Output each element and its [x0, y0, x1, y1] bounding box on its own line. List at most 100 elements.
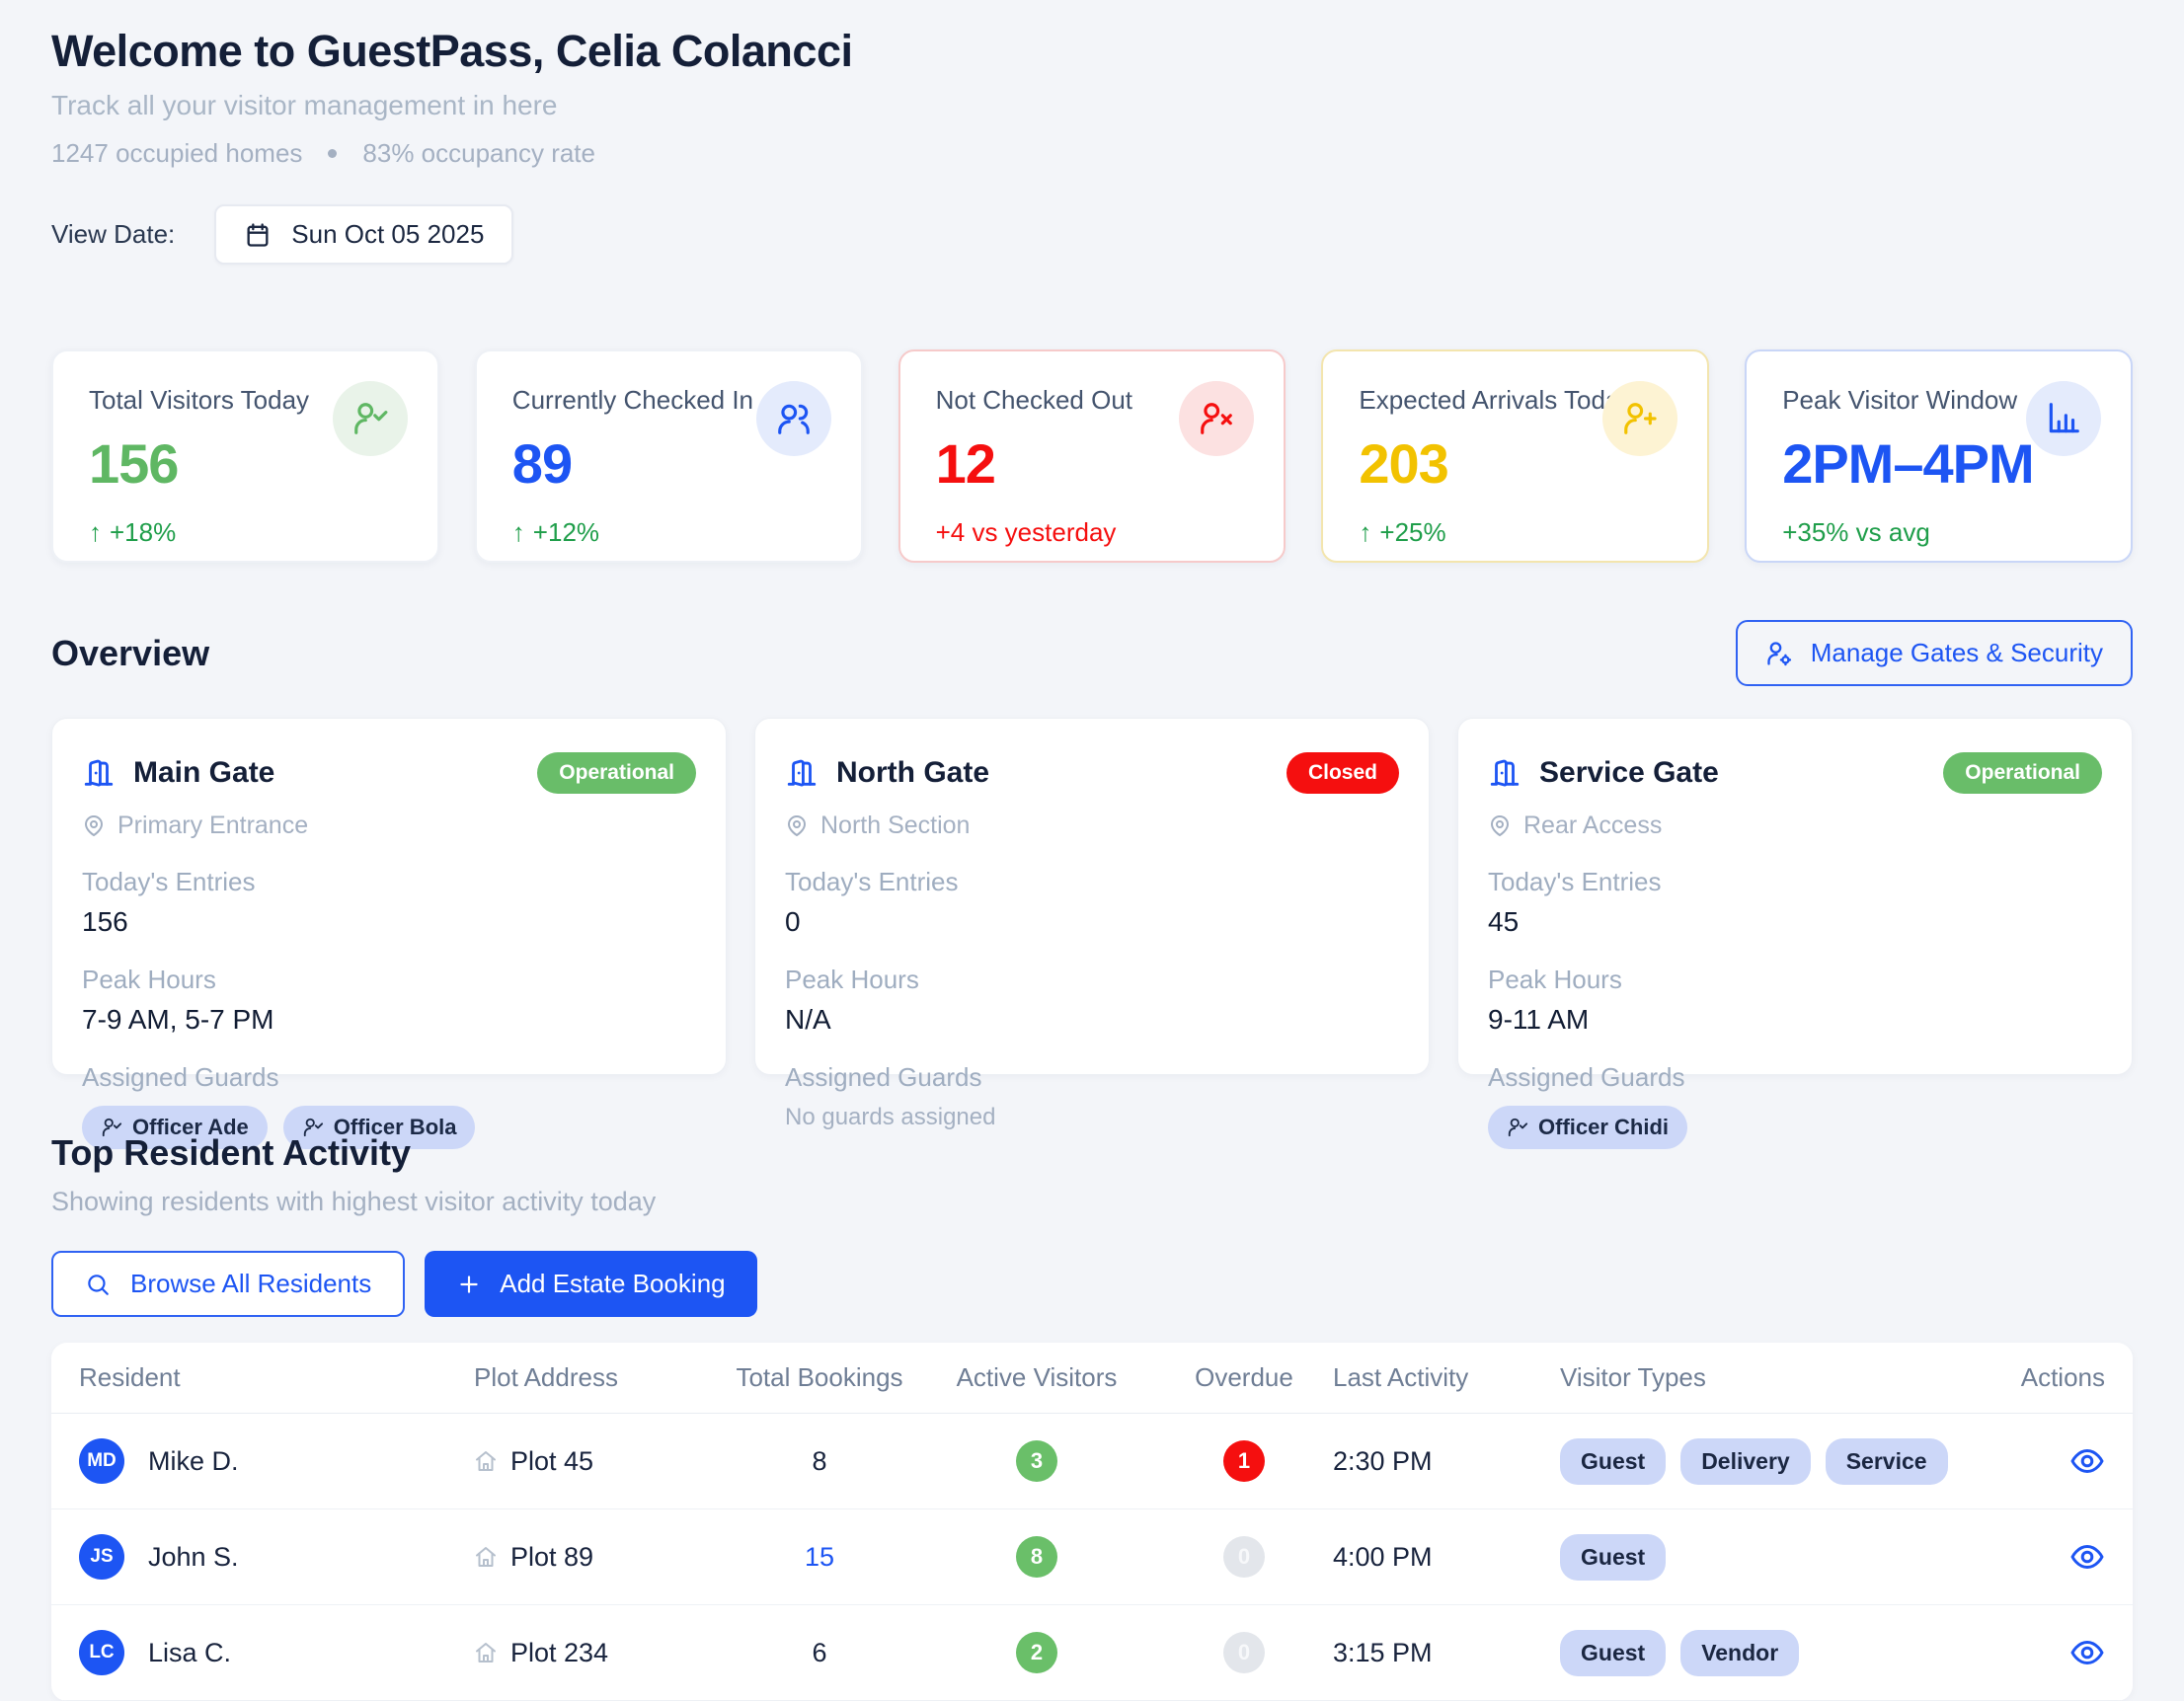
- column-header-last-activity: Last Activity: [1333, 1362, 1560, 1393]
- resident-name: Mike D.: [148, 1446, 239, 1477]
- gate-location: Primary Entrance: [82, 812, 696, 840]
- assigned-guards-field: Assigned Guards Officer Chidi: [1488, 1062, 2102, 1149]
- assigned-guards-label: Assigned Guards: [1488, 1062, 2102, 1093]
- browse-all-residents-label: Browse All Residents: [130, 1269, 371, 1299]
- todays-entries-value: 45: [1488, 906, 2102, 938]
- map-pin-icon: [82, 814, 106, 838]
- home-icon: [474, 1545, 498, 1569]
- assigned-guards-label: Assigned Guards: [785, 1062, 1399, 1093]
- peak-hours-field: Peak Hours7-9 AM, 5-7 PM: [82, 965, 696, 1036]
- gate-card-header: North Gate Closed: [785, 752, 1399, 794]
- gate-status-badge: Closed: [1287, 752, 1399, 794]
- user-x-icon: [1179, 381, 1254, 456]
- user-check-icon: [333, 381, 408, 456]
- plus-icon: [456, 1272, 482, 1297]
- gate-card-service-gate: Service GateOperationalRear AccessToday'…: [1457, 718, 2133, 1075]
- user-check-icon: [1507, 1117, 1528, 1138]
- eye-icon: [2069, 1443, 2105, 1479]
- todays-entries-label: Today's Entries: [785, 867, 1399, 897]
- arrow-up-icon: ↑: [1359, 517, 1371, 548]
- visitor-types-cell: Guest: [1560, 1534, 2014, 1581]
- home-icon: [474, 1449, 498, 1473]
- map-pin-icon: [785, 814, 809, 838]
- stat-card-trend-text: +12%: [533, 517, 599, 548]
- view-date-label: View Date:: [51, 219, 175, 250]
- visitor-type-pill: Guest: [1560, 1630, 1666, 1676]
- visitor-types-cell: GuestVendor: [1560, 1630, 2014, 1676]
- view-details-button[interactable]: [2069, 1539, 2105, 1575]
- gate-card-header: Main GateOperational: [82, 752, 696, 794]
- resident-activity-subtitle: Showing residents with highest visitor a…: [51, 1187, 2133, 1217]
- stat-card-currently-checked-in: Currently Checked In89↑+12%: [475, 349, 863, 563]
- manage-gates-security-label: Manage Gates & Security: [1811, 638, 2103, 668]
- user-gear-icon: [1765, 640, 1793, 667]
- resident-cell: LCLisa C.: [79, 1630, 474, 1675]
- actions-cell: [2014, 1539, 2105, 1575]
- stat-card-expected-arrivals-today: Expected Arrivals Today203↑+25%: [1321, 349, 1709, 563]
- date-picker-button[interactable]: Sun Oct 05 2025: [214, 204, 513, 265]
- guard-pill: Officer Chidi: [1488, 1106, 1687, 1149]
- visitor-type-pill: Guest: [1560, 1438, 1666, 1485]
- user-plus-icon: [1602, 381, 1677, 456]
- actions-cell: [2014, 1635, 2105, 1670]
- page-subtitle: Track all your visitor management in her…: [51, 90, 2133, 121]
- browse-all-residents-button[interactable]: Browse All Residents: [51, 1251, 405, 1317]
- total-bookings[interactable]: 15: [721, 1542, 918, 1573]
- overdue-cell: 1: [1155, 1440, 1333, 1482]
- plot-address: Plot 45: [510, 1446, 593, 1477]
- view-details-button[interactable]: [2069, 1443, 2105, 1479]
- dot-separator: [328, 149, 337, 158]
- plot-address-cell: Plot 45: [474, 1446, 721, 1477]
- total-bookings: 6: [721, 1638, 918, 1668]
- gate-card-header: Service GateOperational: [1488, 752, 2102, 794]
- gate-location: North Section: [785, 812, 1399, 840]
- overdue-cell: 0: [1155, 1632, 1333, 1673]
- overdue-badge: 0: [1223, 1536, 1265, 1578]
- gate-location-text: North Section: [820, 812, 970, 840]
- overview-heading: Overview: [51, 633, 209, 674]
- view-date-value: Sun Oct 05 2025: [291, 219, 484, 250]
- stat-card-trend-text: +25%: [1379, 517, 1445, 548]
- gate-title: North Gate: [785, 756, 989, 790]
- view-details-button[interactable]: [2069, 1635, 2105, 1670]
- arrow-up-icon: ↑: [89, 517, 102, 548]
- resident-cell: MDMike D.: [79, 1438, 474, 1484]
- last-activity: 3:15 PM: [1333, 1638, 1560, 1668]
- search-icon: [85, 1272, 111, 1297]
- todays-entries-value: 156: [82, 906, 696, 938]
- peak-hours-value: 9-11 AM: [1488, 1004, 2102, 1036]
- add-estate-booking-button[interactable]: Add Estate Booking: [425, 1251, 756, 1317]
- overdue-cell: 0: [1155, 1536, 1333, 1578]
- todays-entries-field: Today's Entries156: [82, 867, 696, 938]
- last-activity: 4:00 PM: [1333, 1542, 1560, 1573]
- peak-hours-value: N/A: [785, 1004, 1399, 1036]
- manage-gates-security-button[interactable]: Manage Gates & Security: [1736, 620, 2133, 686]
- active-visitors-cell: 8: [918, 1536, 1155, 1578]
- resident-cell: JSJohn S.: [79, 1534, 474, 1580]
- resident-actions-row: Browse All Residents Add Estate Booking: [51, 1251, 2133, 1317]
- add-estate-booking-label: Add Estate Booking: [500, 1269, 725, 1299]
- todays-entries-field: Today's Entries45: [1488, 867, 2102, 938]
- plot-address: Plot 234: [510, 1638, 608, 1668]
- stat-cards-row: Total Visitors Today156↑+18%Currently Ch…: [51, 349, 2133, 563]
- stat-card-trend: +4 vs yesterday: [936, 517, 1249, 548]
- stat-card-total-visitors-today: Total Visitors Today156↑+18%: [51, 349, 439, 563]
- gate-card-north-gate: North Gate Closed North Section Today's Ent…: [754, 718, 1430, 1075]
- eye-icon: [2069, 1539, 2105, 1575]
- table-row-lisa-c: LCLisa C.Plot 2346203:15 PMGuestVendor: [51, 1605, 2133, 1701]
- gate-status-badge: Operational: [537, 752, 696, 794]
- plot-address-cell: Plot 89: [474, 1542, 721, 1573]
- active-visitors-badge: 8: [1016, 1536, 1057, 1578]
- overdue-badge: 0: [1223, 1632, 1265, 1673]
- gate-title: Service Gate: [1488, 756, 1719, 790]
- table-row-mike-d: MDMike D.Plot 458312:30 PMGuestDeliveryS…: [51, 1414, 2133, 1509]
- occupancy-stats-line: 1247 occupied homes 83% occupancy rate: [51, 138, 2133, 169]
- column-header-active-visitors: Active Visitors: [918, 1362, 1155, 1393]
- map-pin-icon: [1488, 814, 1512, 838]
- door-icon: [785, 756, 819, 790]
- todays-entries-value: 0: [785, 906, 1399, 938]
- resident-name: Lisa C.: [148, 1638, 231, 1668]
- visitor-type-pill: Service: [1826, 1438, 1948, 1485]
- assigned-guards-field: Assigned GuardsNo guards assigned: [785, 1062, 1399, 1131]
- column-header-overdue: Overdue: [1155, 1362, 1333, 1393]
